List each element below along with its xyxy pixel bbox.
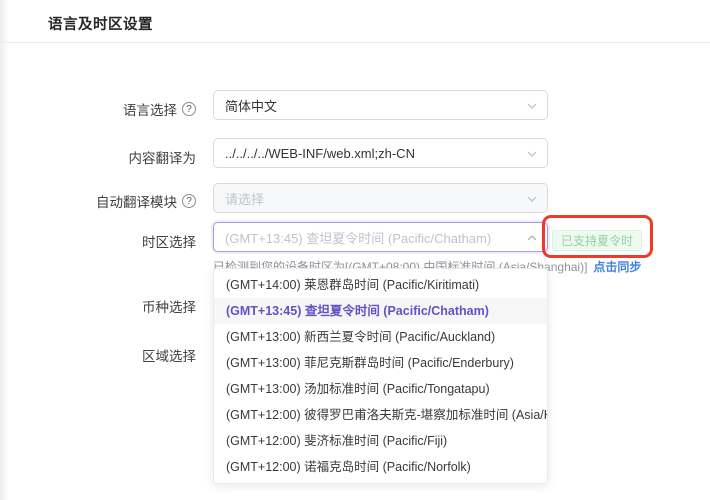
page-title: 语言及时区设置: [48, 17, 153, 33]
timezone-select-value: (GMT+13:45) 查坦夏令时间 (Pacific/Chatham): [225, 230, 492, 246]
auto-translate-label-text: 自动翻译模块: [96, 195, 177, 210]
language-timezone-settings-page: 语言及时区设置 语言选择 ? 简体中文 内容翻译为 ../../../../WE…: [0, 0, 710, 500]
content-translate-select[interactable]: ../../../../WEB-INF/web.xml;zh-CN: [213, 138, 548, 168]
auto-translate-select[interactable]: 请选择: [213, 183, 548, 213]
timezone-option[interactable]: (GMT+12:00) 彼得罗巴甫洛夫斯克-堪察加标准时间 (Asia/Kamc…: [214, 402, 547, 428]
content-translate-value: ../../../../WEB-INF/web.xml;zh-CN: [225, 145, 415, 161]
timezone-option[interactable]: (GMT+14:00) 莱恩群岛时间 (Pacific/Kiritimati): [214, 272, 547, 298]
timezone-option[interactable]: (GMT+12:00) 斐济标准时间 (Pacific/Fiji): [214, 428, 547, 454]
content-translate-label-text: 内容翻译为: [128, 151, 197, 166]
content-translate-label: 内容翻译为: [30, 147, 197, 167]
dst-supported-badge: 已支持夏令时: [552, 230, 643, 251]
sync-timezone-link[interactable]: 点击同步: [593, 260, 641, 274]
chevron-down-icon: [526, 193, 538, 208]
auto-translate-placeholder: 请选择: [225, 191, 265, 207]
timezone-option[interactable]: (GMT+13:00) 新西兰夏令时间 (Pacific/Auckland): [214, 324, 547, 350]
language-select-value: 简体中文: [225, 98, 278, 114]
help-icon[interactable]: ?: [182, 194, 196, 208]
timezone-label: 时区选择: [30, 231, 196, 251]
auto-translate-label: 自动翻译模块 ?: [30, 191, 196, 211]
chevron-down-icon: [526, 100, 538, 115]
chevron-up-icon: [526, 232, 538, 247]
region-label: 区域选择: [30, 345, 196, 365]
help-icon[interactable]: ?: [182, 102, 196, 116]
timezone-option[interactable]: (GMT+12:00) 诺福克岛时间 (Pacific/Norfolk): [214, 454, 547, 480]
currency-label: 币种选择: [30, 296, 196, 316]
region-label-text: 区域选择: [142, 349, 196, 364]
currency-label-text: 币种选择: [142, 300, 196, 315]
language-label: 语言选择 ?: [30, 99, 196, 119]
language-select[interactable]: 简体中文: [213, 90, 548, 120]
header-divider: [0, 42, 710, 43]
timezone-label-text: 时区选择: [142, 235, 196, 250]
page-edge-shadow: [0, 0, 9, 500]
timezone-option[interactable]: (GMT+13:00) 菲尼克斯群岛时间 (Pacific/Enderbury): [214, 350, 547, 376]
timezone-dropdown-panel: (GMT+14:00) 莱恩群岛时间 (Pacific/Kiritimati) …: [213, 268, 548, 484]
chevron-down-icon: [526, 148, 538, 163]
timezone-option-selected[interactable]: (GMT+13:45) 查坦夏令时间 (Pacific/Chatham): [214, 298, 547, 324]
language-label-text: 语言选择: [123, 103, 177, 118]
timezone-select[interactable]: (GMT+13:45) 查坦夏令时间 (Pacific/Chatham): [213, 222, 548, 252]
timezone-option[interactable]: (GMT+13:00) 汤加标准时间 (Pacific/Tongatapu): [214, 376, 547, 402]
